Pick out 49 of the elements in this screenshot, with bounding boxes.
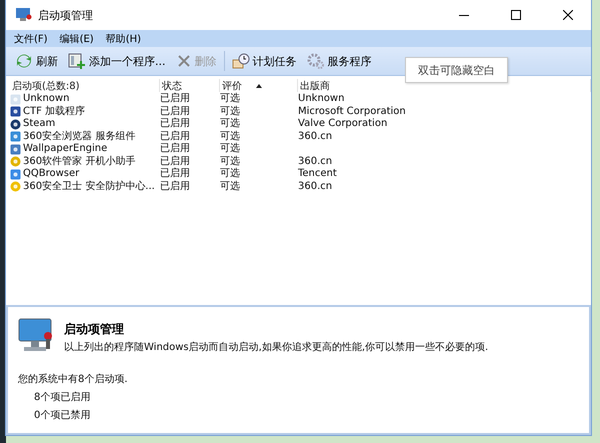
tooltip: 双击可隐藏空白 bbox=[405, 57, 508, 83]
table-cell: 360.cn bbox=[298, 180, 332, 193]
table-cell: 360.cn bbox=[298, 130, 332, 143]
column-header[interactable]: 出版商 bbox=[298, 79, 591, 92]
table-cell-text: 已启用 bbox=[160, 156, 190, 168]
startup-item-name[interactable]: CTF 加载程序 bbox=[23, 106, 86, 118]
table-cell: 可选 bbox=[220, 143, 240, 156]
startup-item-name[interactable]: 360软件管家 开机小助手 bbox=[23, 156, 136, 168]
table-cell: Microsoft Corporation bbox=[298, 106, 406, 118]
table-cell-text: 可选 bbox=[220, 106, 240, 118]
table-cell: 可选 bbox=[220, 118, 240, 130]
startup-item-name[interactable]: QQBrowser bbox=[23, 168, 80, 180]
table-cell: Valve Corporation bbox=[298, 118, 388, 130]
summary-detail: 8个项已启用 bbox=[34, 390, 92, 404]
startup-item-name[interactable]: 360安全卫士 安全防护中心... bbox=[23, 180, 155, 193]
table-cell: 可选 bbox=[220, 93, 240, 106]
table-cell: 已启用 bbox=[160, 93, 190, 106]
startup-item-name[interactable]: Steam bbox=[23, 118, 56, 130]
table-cell: 已启用 bbox=[160, 118, 190, 130]
window-title: 启动项管理 bbox=[38, 8, 94, 22]
table-cell-text: 可选 bbox=[220, 156, 240, 168]
menu-item[interactable]: 帮助(H) bbox=[104, 32, 144, 46]
table-cell: 360.cn bbox=[298, 156, 332, 168]
table-cell: 已启用 bbox=[160, 180, 190, 193]
toolbar-button[interactable]: 计划任务 bbox=[228, 49, 300, 73]
summary-text: 您的系统中有8个启动项. bbox=[18, 372, 129, 386]
toolbar-button[interactable]: 服务程序 bbox=[304, 49, 374, 73]
table-cell: 可选 bbox=[220, 180, 240, 193]
column-header[interactable]: 评价 bbox=[220, 79, 298, 92]
table-cell: 可选 bbox=[220, 168, 240, 180]
toolbar-button[interactable]: 刷新 bbox=[12, 49, 61, 73]
table-cell-text: 已启用 bbox=[160, 130, 190, 142]
toolbar-button[interactable]: 添加一个程序... bbox=[65, 49, 168, 73]
table-cell: Tencent bbox=[298, 168, 337, 180]
column-header[interactable]: 启动项(总数:8) bbox=[10, 79, 160, 92]
summary-detail: 0个项已禁用 bbox=[34, 408, 92, 422]
table-cell: Unknown bbox=[298, 93, 344, 106]
menu-item[interactable]: 文件(F) bbox=[12, 32, 50, 46]
startup-item-name[interactable]: Unknown bbox=[23, 93, 70, 106]
panel-title: 启动项管理 bbox=[64, 321, 125, 338]
table-cell-text: 已启用 bbox=[160, 106, 190, 118]
menu-item[interactable]: 编辑(E) bbox=[58, 32, 96, 46]
panel-description: 以上列出的程序随Windows启动而自动启动,如果你追求更高的性能,你可以禁用一些不必要的项. bbox=[64, 340, 488, 354]
column-header[interactable]: 状态 bbox=[160, 79, 220, 92]
table-cell-text: 可选 bbox=[220, 130, 240, 142]
startup-item-name[interactable]: WallpaperEngine bbox=[23, 143, 108, 156]
startup-item-name[interactable]: 360安全浏览器 服务组件 bbox=[23, 130, 136, 143]
table-cell: 已启用 bbox=[160, 143, 190, 156]
table-cell: 已启用 bbox=[160, 168, 190, 180]
